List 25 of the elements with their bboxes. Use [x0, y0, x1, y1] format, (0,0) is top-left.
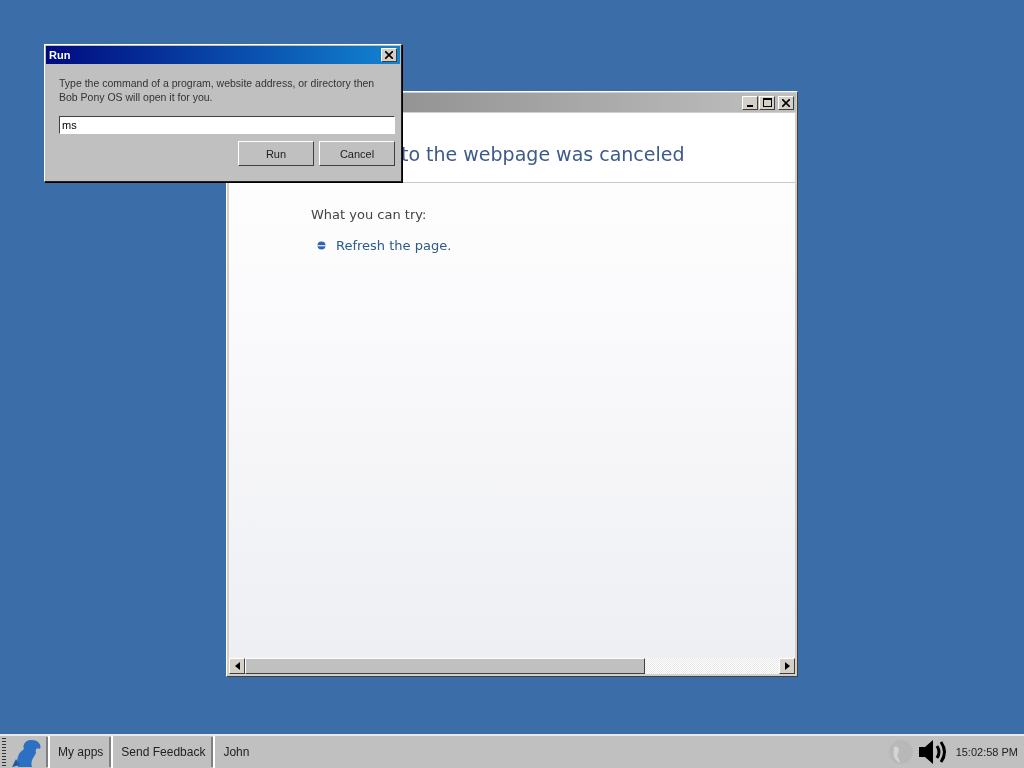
- feedback-button[interactable]: Send Feedback: [111, 736, 214, 768]
- maximize-icon: [762, 98, 772, 107]
- dialog-message: Type the command of a program, website address, or directory then Bob Pony OS will open it for you.: [59, 76, 376, 104]
- dialog-title: Run: [49, 49, 71, 61]
- close-button[interactable]: [381, 48, 397, 62]
- minimize-icon: [747, 104, 753, 107]
- command-field[interactable]: ms: [59, 116, 395, 134]
- refresh-link[interactable]: Refresh the page.: [336, 238, 452, 253]
- bullet-icon: [317, 241, 326, 250]
- left-arrow-icon: [234, 662, 240, 670]
- cancel-button[interactable]: Cancel: [319, 141, 395, 166]
- clock: 15:02:58 PM: [955, 746, 1018, 758]
- scroll-right-button[interactable]: [779, 658, 795, 674]
- maximize-button[interactable]: [759, 95, 775, 110]
- run-button[interactable]: Run: [238, 141, 314, 166]
- close-icon: [782, 98, 790, 107]
- right-arrow-icon: [784, 662, 790, 670]
- error-heading: to the webpage was canceled: [401, 142, 685, 165]
- user-button[interactable]: John: [213, 736, 258, 768]
- minimize-button[interactable]: [742, 95, 758, 110]
- scroll-left-button[interactable]: [229, 658, 245, 674]
- close-button[interactable]: [778, 95, 794, 110]
- my-apps-button[interactable]: My apps: [48, 736, 112, 768]
- close-icon: [385, 51, 393, 59]
- suggestion-prompt: What you can try:: [311, 207, 428, 222]
